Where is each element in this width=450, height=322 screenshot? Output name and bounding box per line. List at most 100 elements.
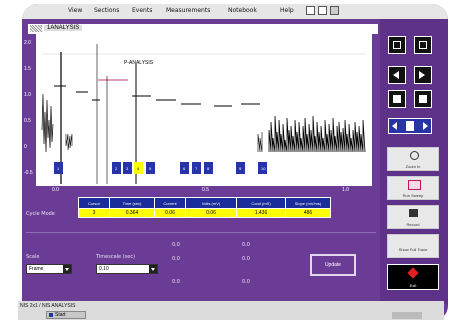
square-icon — [393, 95, 401, 103]
window-title-bar: 1ANALYSIS — [28, 24, 378, 34]
event-marker[interactable]: 2 — [112, 162, 121, 174]
nav-next-button[interactable] — [414, 66, 432, 84]
zoom-in-button[interactable]: Zoom In — [387, 147, 439, 171]
menu-measurements[interactable]: Measurements — [166, 7, 210, 14]
toolbar-cursor-icon[interactable] — [306, 6, 315, 15]
timescale-value: 0.10 — [99, 266, 109, 272]
stat-b: 0.0 — [242, 279, 250, 285]
show-full-trace-button[interactable]: Show Full Trace — [387, 234, 439, 258]
nav-prev-button[interactable] — [388, 66, 406, 84]
stop-icon — [407, 267, 419, 279]
chevron-down-icon — [149, 265, 157, 273]
record-icon — [409, 209, 418, 217]
menu-view[interactable]: View — [68, 7, 82, 14]
trace-plot[interactable]: P-ANALYSIS 1 2 3 4 5 6 7 8 9 10 — [36, 34, 372, 186]
event-marker[interactable]: 9 — [236, 162, 245, 174]
taskbar: NIS 2x1 / NIS ANALYSIS Start — [18, 301, 444, 320]
event-marker[interactable]: 6 — [180, 162, 189, 174]
view-single-button[interactable] — [388, 36, 406, 54]
menu-notebook[interactable]: Notebook — [228, 7, 257, 14]
stat-a: 0.0 — [172, 279, 180, 285]
cell-value: 0.06 — [185, 208, 237, 218]
arrow-left-icon — [392, 122, 397, 130]
scroll-control[interactable] — [388, 118, 432, 134]
col-header: Current — [154, 197, 186, 209]
event-marker-selected[interactable]: 4 — [134, 162, 143, 174]
y-tick: 2.0 — [24, 40, 31, 46]
event-marker[interactable]: 5 — [146, 162, 155, 174]
stat-b: 0.0 — [242, 242, 250, 248]
col-header: Time (sec) — [109, 197, 155, 209]
status-text: NIS 2x1 / NIS ANALYSIS — [20, 303, 76, 309]
start-button[interactable]: Start — [46, 311, 86, 319]
cell-value: 486 — [285, 208, 331, 218]
menu-sections[interactable]: Sections — [94, 7, 119, 14]
col-header: Cursor — [78, 197, 110, 209]
cursor-label: P-ANALYSIS — [124, 60, 154, 66]
col-header: Volts (mV) — [185, 197, 237, 209]
event-marker[interactable]: 7 — [192, 162, 201, 174]
menu-help[interactable]: Help — [280, 7, 294, 14]
square-icon — [419, 95, 427, 103]
event-marker[interactable]: 1 — [54, 162, 63, 174]
results-table: Cursor Time (sec) Current Volts (mV) Con… — [78, 197, 331, 218]
stat-b: 0.0 — [242, 256, 250, 262]
magnifier-icon — [410, 151, 419, 160]
results-row-label: Cycle Mode — [26, 211, 55, 217]
arrow-right-icon — [423, 122, 428, 130]
toolbar-grid-icon[interactable] — [318, 6, 327, 15]
timescale-label: Timescale (sec) — [96, 254, 136, 260]
y-tick: -0.5 — [24, 170, 33, 176]
exit-label: Exit — [409, 283, 417, 288]
nav-up-button[interactable] — [388, 90, 406, 108]
event-marker[interactable]: 3 — [123, 162, 132, 174]
nav-down-button[interactable] — [414, 90, 432, 108]
cell-value: 3 — [78, 208, 110, 218]
divider — [26, 232, 376, 233]
run-sweep-button[interactable]: Run Sweep — [387, 176, 439, 200]
exit-button[interactable]: Exit — [387, 264, 439, 290]
update-button[interactable]: Update — [310, 254, 356, 276]
cell-value: 0.364 — [109, 208, 155, 218]
start-label: Start — [55, 312, 66, 318]
mode-dropdown[interactable]: Frame — [26, 264, 72, 274]
svg-text:10: 10 — [261, 166, 266, 171]
col-header: Cond (mS) — [236, 197, 286, 209]
stat-a: 0.0 — [172, 242, 180, 248]
cell-value: 0.06 — [154, 208, 186, 218]
arrow-right-icon — [419, 71, 425, 79]
record-label: Record — [406, 222, 420, 227]
event-marker[interactable]: 8 — [204, 162, 213, 174]
window-icon — [30, 25, 42, 32]
system-tray — [392, 312, 422, 319]
cell-value: 1.436 — [236, 208, 286, 218]
mode-label: Scale — [26, 254, 40, 260]
toolbar-bars-icon[interactable] — [330, 6, 339, 15]
x-tick: 0.5 — [202, 187, 209, 193]
chevron-down-icon — [63, 265, 71, 273]
y-tick: 1.0 — [24, 92, 31, 98]
zoom-in-label: Zoom In — [405, 164, 421, 169]
menu-bar: View Sections Events Measurements Notebo… — [22, 4, 448, 19]
split-view-icon — [419, 41, 427, 49]
menu-events[interactable]: Events — [132, 7, 152, 14]
sweep-icon — [408, 180, 421, 190]
timescale-dropdown[interactable]: 0.10 — [96, 264, 158, 274]
y-tick: 1.5 — [24, 66, 31, 72]
mode-value: Frame — [29, 266, 44, 272]
x-tick: 1.0 — [342, 187, 349, 193]
view-split-button[interactable] — [414, 36, 432, 54]
stat-a: 0.0 — [172, 256, 180, 262]
window-title: 1ANALYSIS — [44, 25, 83, 31]
scroll-thumb[interactable] — [406, 121, 414, 131]
x-tick: 0.0 — [52, 187, 59, 193]
record-button[interactable]: Record — [387, 205, 439, 229]
show-full-trace-label: Show Full Trace — [398, 247, 428, 252]
run-sweep-label: Run Sweep — [402, 193, 424, 198]
arrow-left-icon — [393, 71, 399, 79]
col-header: Slope (mV/ms) — [285, 197, 331, 209]
trace-svg: P-ANALYSIS 1 2 3 4 5 6 7 8 9 10 — [41, 44, 366, 184]
y-tick: 0 — [24, 144, 27, 150]
event-marker[interactable]: 10 — [258, 162, 267, 174]
y-tick: 0.5 — [24, 118, 31, 124]
